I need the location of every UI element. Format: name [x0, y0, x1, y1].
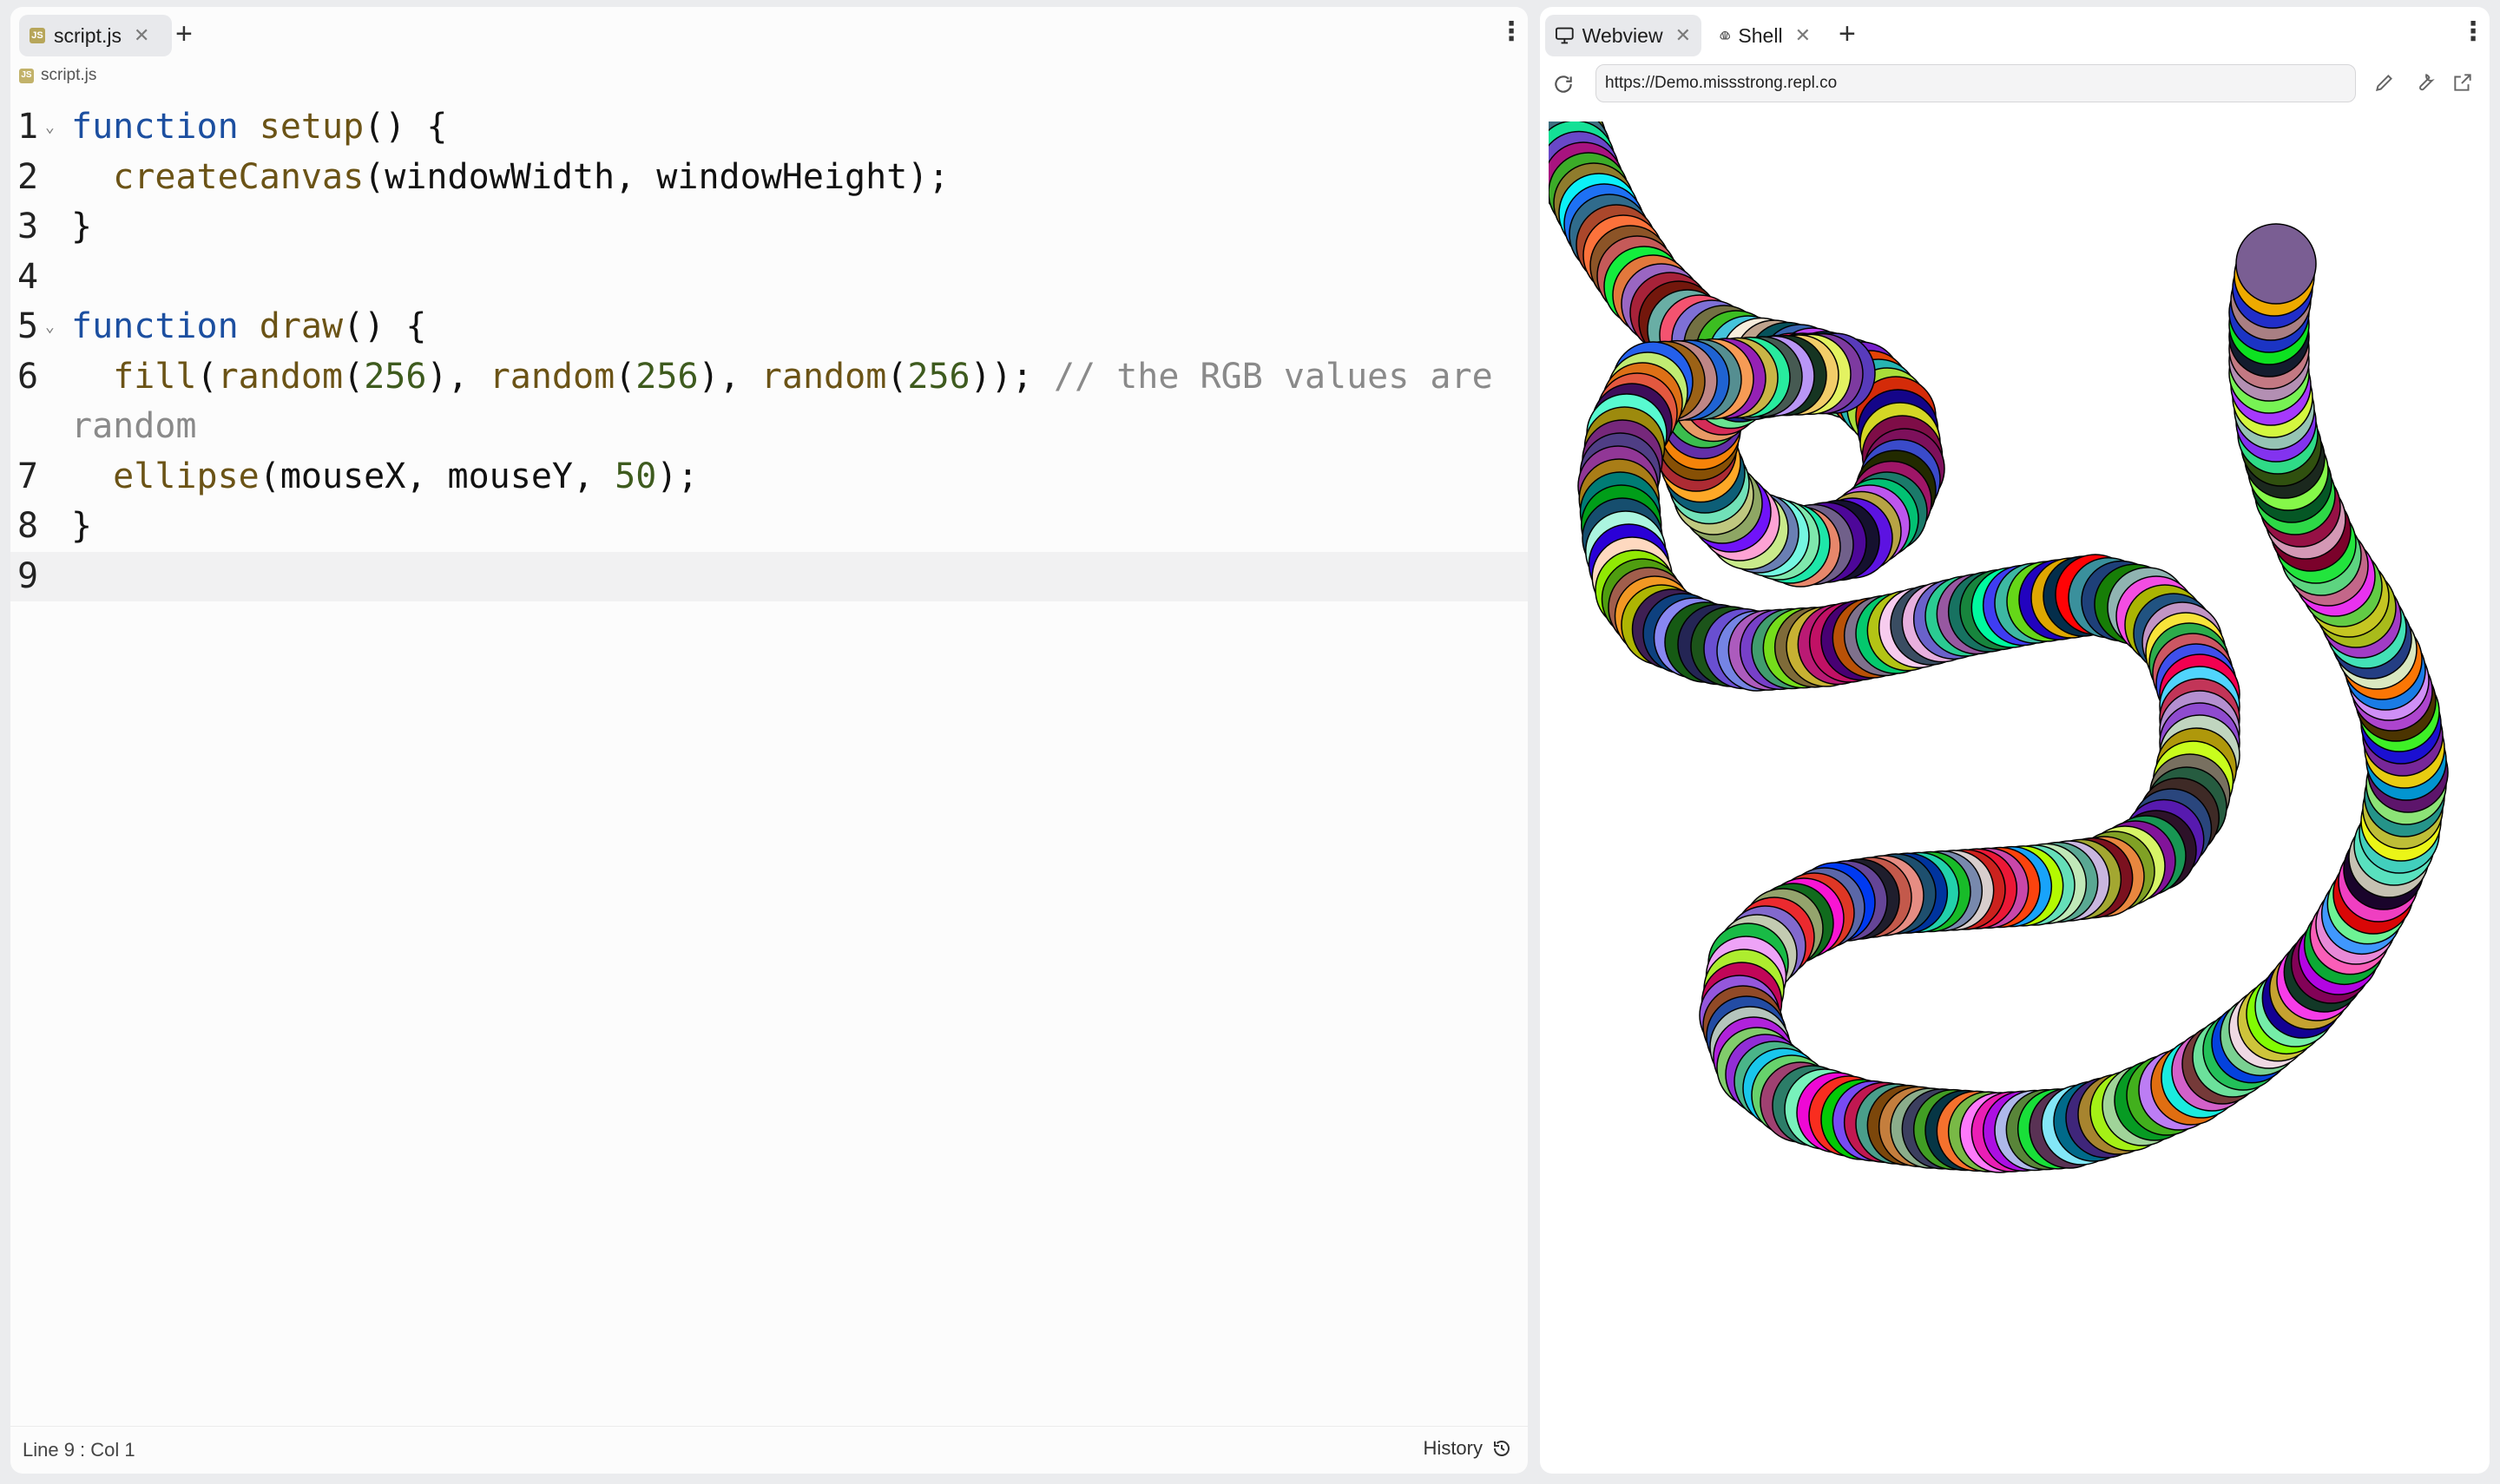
code-text: ); [656, 456, 699, 496]
reload-icon[interactable] [1552, 73, 1575, 95]
tab-label: Shell [1738, 23, 1783, 47]
code-line[interactable]: 1 ⌄ function setup() { [10, 102, 1528, 153]
code-function-name: createCanvas [113, 156, 365, 197]
cursor-position[interactable]: Line 9 : Col 1 [23, 1439, 135, 1461]
code-text: ( [343, 356, 365, 397]
shell-icon [1720, 30, 1731, 40]
kebab-menu-icon[interactable]: ⋮ [1498, 19, 1524, 45]
line-number: 2 [17, 156, 39, 197]
code-function-name: random [760, 356, 887, 397]
editor-pane: JS script.js ✕ + ⋮ JS script.js 1 ⌄ func… [10, 7, 1528, 1474]
code-line[interactable]: 8 } [10, 502, 1528, 552]
line-number: 3 [17, 207, 39, 246]
editor-tabbar: JS script.js ✕ + ⋮ [10, 7, 1528, 56]
code-text: ), [426, 356, 490, 397]
code-function-name: draw [259, 306, 344, 346]
webview-canvas[interactable] [1549, 121, 2481, 1458]
url-bar [1540, 61, 2490, 108]
fold-chevron-icon[interactable]: ⌄ [45, 302, 55, 352]
code-function-name: setup [259, 107, 365, 147]
plus-icon[interactable]: + [1839, 19, 1856, 49]
code-keyword: function [71, 107, 239, 147]
code-text: (mouseX, mouseY, [259, 456, 615, 496]
code-text: )); [970, 356, 1054, 397]
pencil-icon[interactable] [2373, 71, 2396, 94]
code-number: 256 [364, 356, 427, 397]
tab-label: Webview [1582, 23, 1663, 47]
code-keyword: function [71, 306, 239, 346]
line-number: 4 [17, 256, 39, 297]
tab-webview[interactable]: Webview ✕ [1545, 15, 1701, 56]
tab-script-js[interactable]: JS script.js ✕ [19, 15, 172, 56]
line-number: 7 [17, 456, 39, 496]
code-line[interactable]: 5 ⌄ function draw() { [10, 302, 1528, 352]
ellipse-trail [1549, 121, 2449, 1173]
trail-ellipse [2235, 223, 2317, 305]
code-text: ( [615, 356, 636, 397]
external-link-icon[interactable] [2451, 71, 2474, 94]
line-number: 5 [17, 306, 39, 346]
code-text: () { [364, 107, 448, 147]
code-text: (windowWidth, windowHeight); [364, 156, 950, 197]
code-function-name: random [217, 356, 344, 397]
code-text: ), [698, 356, 761, 397]
code-line[interactable]: 3 } [10, 202, 1528, 253]
js-file-icon: JS [30, 28, 45, 43]
code-text: } [71, 506, 93, 546]
close-icon[interactable]: ✕ [1675, 24, 1691, 47]
code-line[interactable]: 2 createCanvas(windowWidth, windowHeight… [10, 153, 1528, 203]
line-number: 6 [17, 356, 39, 397]
close-icon[interactable]: ✕ [1795, 24, 1811, 47]
status-bar: Line 9 : Col 1 History [10, 1426, 1528, 1474]
code-number: 50 [615, 456, 657, 496]
history-icon [1494, 1441, 1510, 1456]
code-number: 256 [635, 356, 699, 397]
history-label: History [1423, 1437, 1483, 1459]
fold-chevron-icon[interactable]: ⌄ [45, 102, 55, 153]
line-number: 1 [17, 107, 39, 147]
url-input[interactable] [1595, 64, 2356, 102]
js-file-icon: JS [19, 68, 34, 83]
code-function-name: fill [113, 356, 197, 397]
webview-pane: Webview ✕ Shell ✕ + ⋮ [1540, 7, 2490, 1474]
kebab-menu-icon[interactable]: ⋮ [2460, 19, 2486, 45]
line-number: 8 [17, 506, 39, 546]
code-number: 256 [907, 356, 970, 397]
wrench-icon[interactable] [2413, 71, 2436, 94]
code-line[interactable]: 6 fill(random(256), random(256), random(… [10, 352, 1528, 452]
tab-label: script.js [54, 23, 122, 47]
code-line[interactable]: 4 [10, 253, 1528, 303]
code-line-active[interactable]: 9 [10, 551, 1528, 601]
code-function-name: random [489, 356, 615, 397]
line-number: 9 [17, 555, 39, 596]
code-text: } [71, 207, 93, 246]
code-editor[interactable]: 1 ⌄ function setup() { 2 createCanvas(wi… [10, 102, 1528, 601]
close-icon[interactable]: ✕ [134, 24, 149, 47]
code-text: () { [343, 306, 427, 346]
code-text: ( [886, 356, 908, 397]
tab-shell[interactable]: Shell ✕ [1708, 15, 1821, 56]
code-text: ( [196, 356, 218, 397]
code-line[interactable]: 7 ellipse(mouseX, mouseY, 50); [10, 452, 1528, 502]
plus-icon[interactable]: + [175, 19, 193, 49]
monitor-icon [1556, 27, 1574, 44]
breadcrumb: JS script.js [19, 62, 96, 89]
code-function-name: ellipse [113, 456, 260, 496]
webview-tabbar: Webview ✕ Shell ✕ + ⋮ [1540, 7, 2490, 56]
history-button[interactable]: History [1424, 1437, 1512, 1460]
breadcrumb-label[interactable]: script.js [41, 66, 96, 85]
